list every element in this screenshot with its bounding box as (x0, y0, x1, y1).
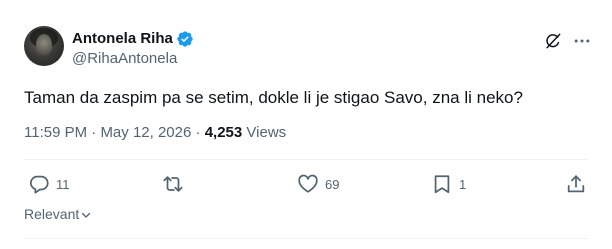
bookmark-button[interactable]: 1 (431, 172, 466, 196)
tweet-text: Taman da zaspim pa se setim, dokle li je… (24, 88, 523, 107)
share-icon (567, 175, 585, 193)
verified-badge-icon[interactable] (176, 30, 194, 48)
meta-separator: · (195, 124, 201, 141)
avatar-face (36, 34, 52, 56)
handle[interactable]: @RihaAntonela (72, 50, 177, 67)
views-count: 4,253 (204, 124, 243, 141)
tweet-card: Antonela Riha @RihaAntonela Taman da zas… (0, 0, 612, 249)
divider (24, 159, 588, 160)
display-name[interactable]: Antonela Riha (72, 30, 173, 47)
reply-count: 11 (56, 176, 70, 192)
share-button[interactable] (565, 172, 587, 196)
tweet-meta: 11:59 PM · May 12, 2026 · 4,253 Views (24, 124, 286, 141)
reply-button[interactable]: 11 (28, 172, 70, 196)
avatar[interactable] (24, 26, 64, 66)
retweet-icon (163, 176, 183, 192)
grok-icon[interactable] (543, 31, 563, 51)
like-icon (298, 174, 318, 193)
retweet-button[interactable] (162, 172, 184, 196)
reply-icon (29, 175, 49, 194)
tweet-time[interactable]: 11:59 PM (24, 124, 87, 141)
bookmark-count: 1 (459, 176, 467, 192)
like-button[interactable]: 69 (297, 172, 339, 196)
more-icon[interactable] (572, 31, 592, 51)
chevron-down-icon (82, 212, 91, 218)
views-label: Views (246, 124, 287, 141)
tweet-date[interactable]: May 12, 2026 (100, 124, 191, 141)
bookmark-icon (434, 175, 450, 194)
divider (24, 238, 588, 239)
like-count: 69 (325, 176, 340, 192)
sort-dropdown[interactable]: Relevant (24, 206, 91, 222)
sort-label: Relevant (24, 206, 80, 222)
